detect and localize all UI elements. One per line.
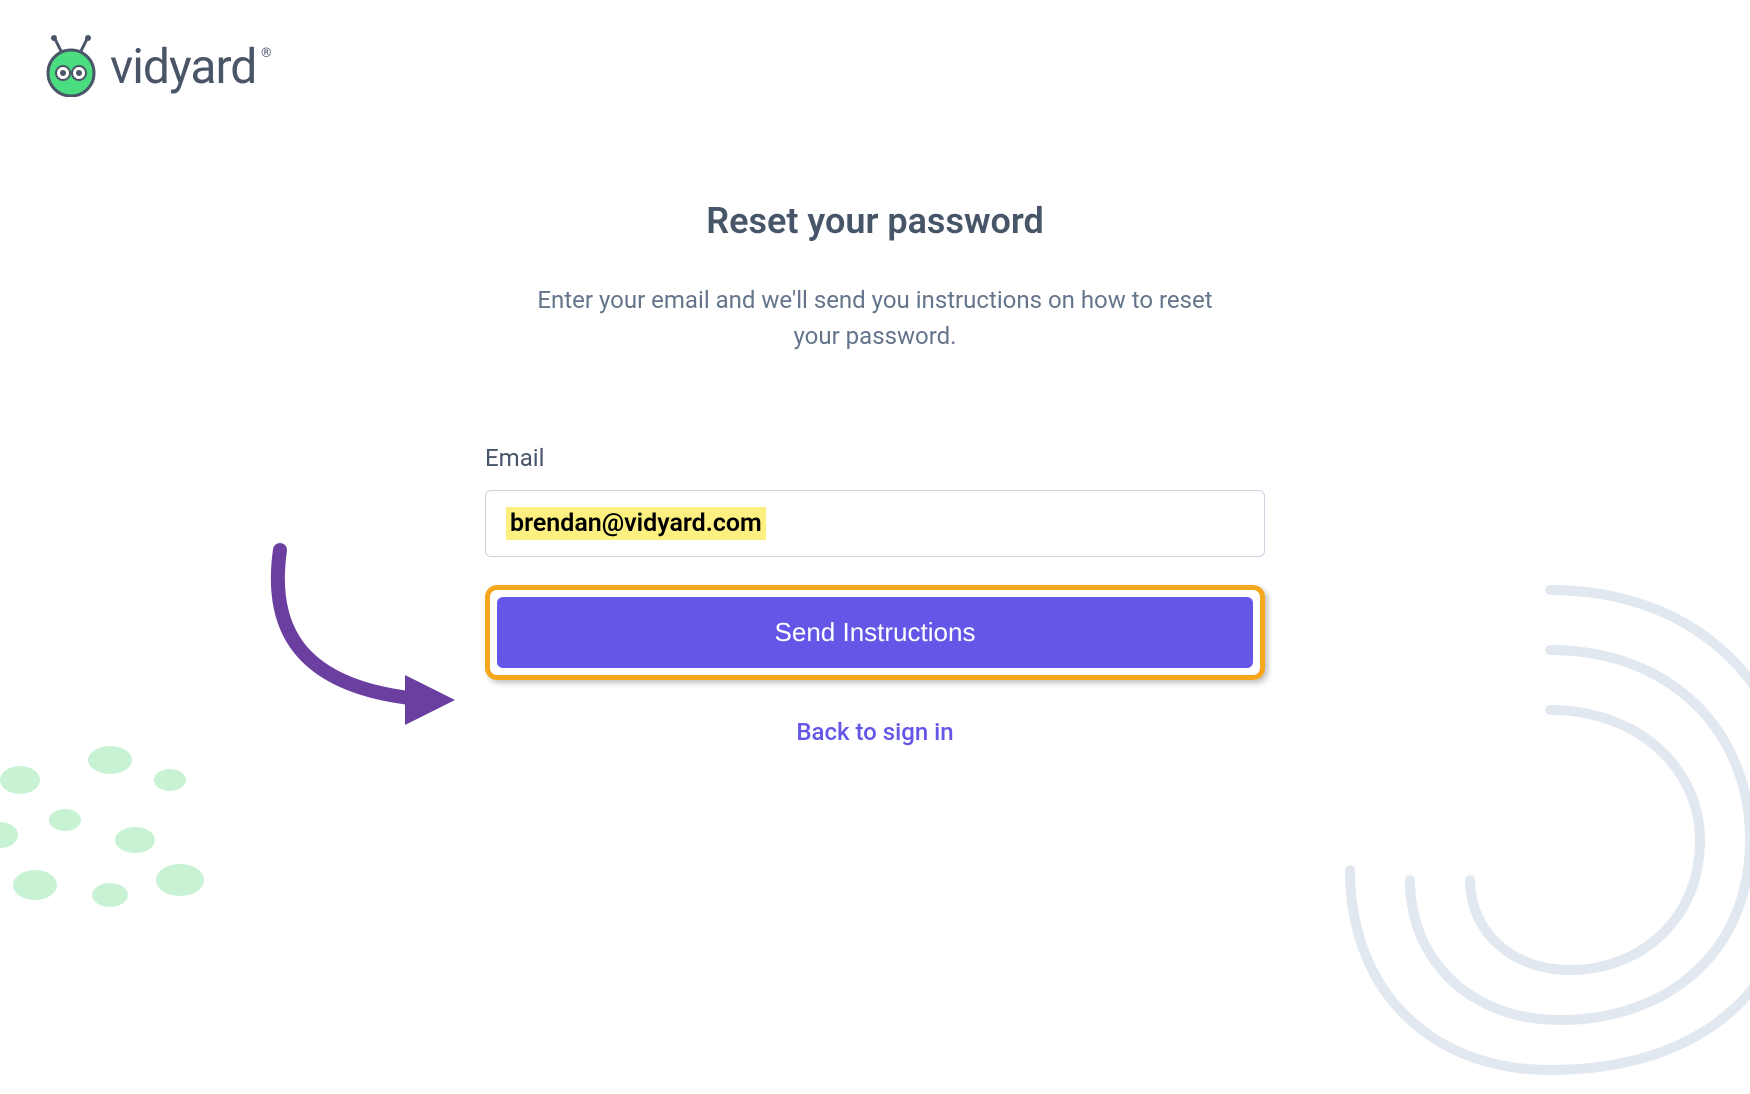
decorative-swirl <box>1250 490 1750 1090</box>
page-subtitle: Enter your email and we'll send you inst… <box>515 282 1235 354</box>
reset-form: Email brendan@vidyard.com Send Instructi… <box>485 444 1265 746</box>
back-to-signin-link[interactable]: Back to sign in <box>796 718 953 746</box>
decorative-blobs <box>0 720 280 920</box>
email-field[interactable]: brendan@vidyard.com <box>485 490 1265 557</box>
brand-name: vidyard <box>110 38 256 95</box>
brand-logo: vidyard <box>40 35 256 97</box>
arrow-annotation-icon <box>260 540 480 740</box>
reset-password-panel: Reset your password Enter your email and… <box>485 200 1265 746</box>
highlight-annotation: Send Instructions <box>485 585 1265 680</box>
vidyard-icon <box>40 35 102 97</box>
email-value: brendan@vidyard.com <box>506 507 766 540</box>
page-title: Reset your password <box>706 200 1044 242</box>
send-instructions-button[interactable]: Send Instructions <box>497 597 1253 668</box>
email-label: Email <box>485 444 1265 472</box>
